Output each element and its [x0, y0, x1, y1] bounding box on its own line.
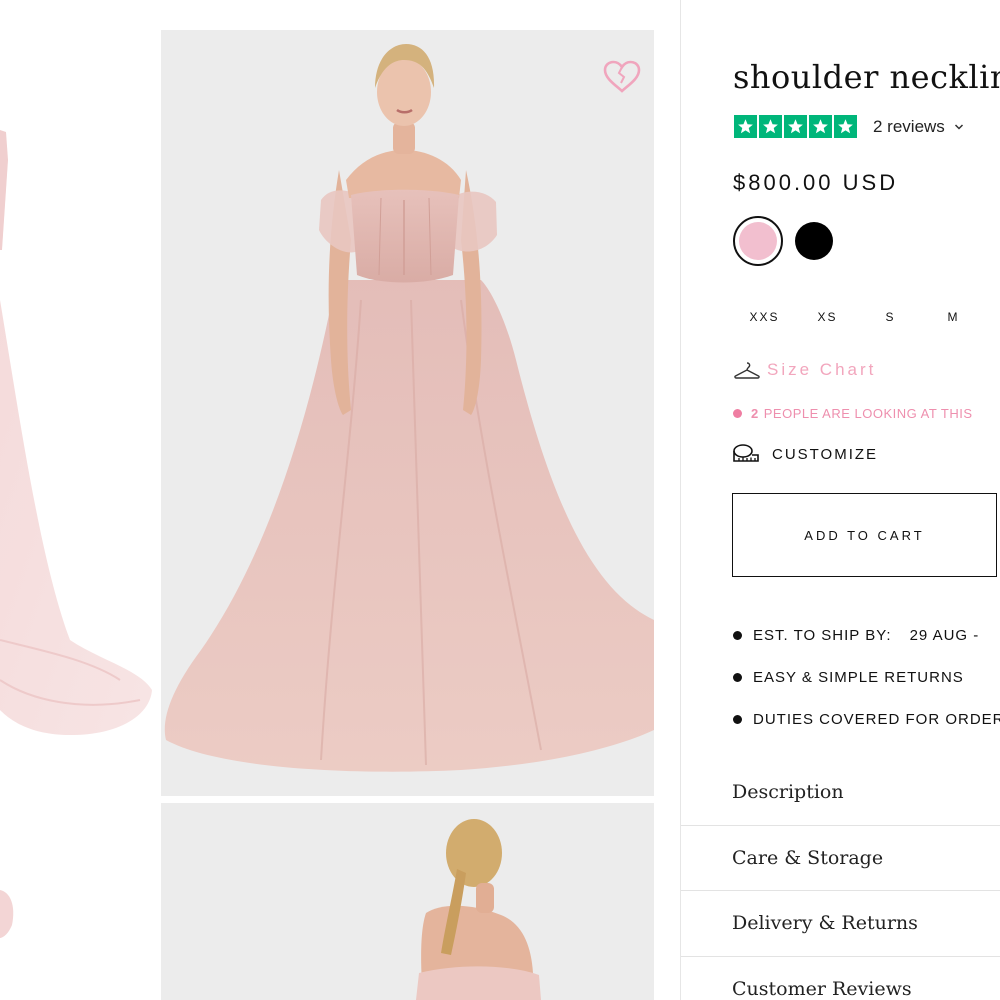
- size-options: XXS XS S M: [733, 310, 985, 324]
- perk-duties: DUTIES COVERED FOR ORDER: [733, 709, 1000, 730]
- live-dot-icon: [733, 409, 742, 418]
- swatch-black[interactable]: [795, 222, 833, 260]
- accordion-description[interactable]: Description: [681, 760, 1000, 826]
- product-details-panel: shoulder necklin 2 reviews $800.00 USD X…: [680, 0, 1000, 1000]
- customize-link[interactable]: CUSTOMIZE: [732, 442, 878, 466]
- accordion-care-storage[interactable]: Care & Storage: [681, 826, 1000, 891]
- dress-photo-partial: [0, 130, 152, 938]
- size-m[interactable]: M: [922, 310, 985, 324]
- ship-date: 29 AUG -: [909, 627, 980, 644]
- reviews-dropdown[interactable]: 2 reviews: [873, 117, 964, 137]
- size-chart-label: Size Chart: [767, 360, 877, 379]
- model-dress-illustration: [164, 44, 654, 772]
- hanger-icon: [734, 362, 760, 379]
- perk-label: DUTIES COVERED FOR ORDER: [753, 711, 1000, 728]
- customize-label: CUSTOMIZE: [772, 445, 879, 463]
- size-xxs[interactable]: XXS: [733, 310, 796, 324]
- product-back-image[interactable]: [161, 803, 654, 1000]
- size-s[interactable]: S: [859, 310, 922, 324]
- viewers-count: 2: [751, 406, 759, 421]
- reviews-count: 2 reviews: [873, 116, 945, 136]
- bullet-icon: [733, 715, 742, 724]
- bullet-icon: [733, 673, 742, 682]
- star-icon: [759, 115, 782, 138]
- model-back-illustration: [416, 819, 541, 1000]
- viewers-text: PEOPLE ARE LOOKING AT THIS: [763, 406, 973, 421]
- measuring-tape-icon: [733, 444, 759, 462]
- add-to-cart-button[interactable]: ADD TO CART: [732, 493, 997, 577]
- accordion-customer-reviews[interactable]: Customer Reviews: [681, 957, 1000, 1000]
- gallery-thumbnail-previous[interactable]: [0, 0, 155, 1000]
- star-icon: [809, 115, 832, 138]
- info-accordion: Description Care & Storage Delivery & Re…: [681, 760, 1000, 1000]
- perk-returns: EASY & SIMPLE RETURNS: [733, 667, 1000, 688]
- accordion-delivery-returns[interactable]: Delivery & Returns: [681, 891, 1000, 957]
- star-icon: [784, 115, 807, 138]
- size-xs[interactable]: XS: [796, 310, 859, 324]
- star-icon: [834, 115, 857, 138]
- color-swatches: [733, 216, 833, 266]
- perk-shipping: EST. TO SHIP BY: 29 AUG -: [733, 625, 1000, 646]
- wishlist-heart-button[interactable]: [602, 60, 642, 94]
- star-icon: [734, 115, 757, 138]
- product-main-image[interactable]: [161, 30, 654, 796]
- swatch-pink-fill: [739, 222, 777, 260]
- chevron-down-icon: [954, 123, 963, 130]
- viewers-notice: 2 PEOPLE ARE LOOKING AT THIS: [733, 406, 973, 421]
- trustpilot-stars: [734, 115, 857, 138]
- product-title: shoulder necklin: [733, 58, 1000, 96]
- bullet-icon: [733, 631, 742, 640]
- perks-list: EST. TO SHIP BY: 29 AUG - EASY & SIMPLE …: [733, 625, 1000, 751]
- swatch-pink[interactable]: [733, 216, 783, 266]
- perk-label: EASY & SIMPLE RETURNS: [753, 669, 964, 686]
- heart-icon: [603, 60, 641, 93]
- perk-label: EST. TO SHIP BY:: [753, 627, 892, 644]
- rating-row: 2 reviews: [734, 115, 964, 138]
- product-price: $800.00 USD: [733, 170, 899, 195]
- size-chart-link[interactable]: Size Chart: [733, 360, 876, 380]
